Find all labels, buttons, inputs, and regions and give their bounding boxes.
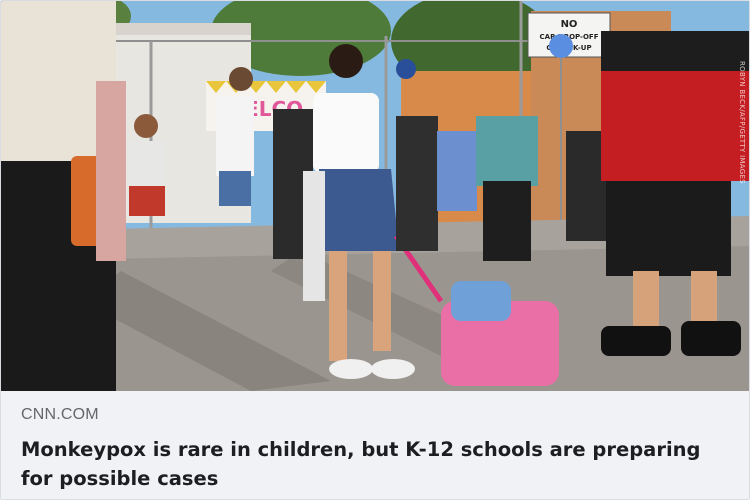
link-preview-card[interactable]: WELCO NO CAR DROP-OFF OR PICK-UP <box>0 0 750 500</box>
article-headline[interactable]: Monkeypox is rare in children, but K-12 … <box>21 435 729 493</box>
link-preview-caption[interactable]: CNN.COM Monkeypox is rare in children, b… <box>1 391 749 499</box>
sign-line-1: NO <box>561 19 578 30</box>
source-domain: CNN.COM <box>21 406 99 423</box>
article-image[interactable]: WELCO NO CAR DROP-OFF OR PICK-UP <box>1 1 749 391</box>
school-dropoff-photo: WELCO NO CAR DROP-OFF OR PICK-UP <box>1 1 749 391</box>
photo-credit: ROBYN BECK/AFP/GETTY IMAGES <box>738 61 746 184</box>
